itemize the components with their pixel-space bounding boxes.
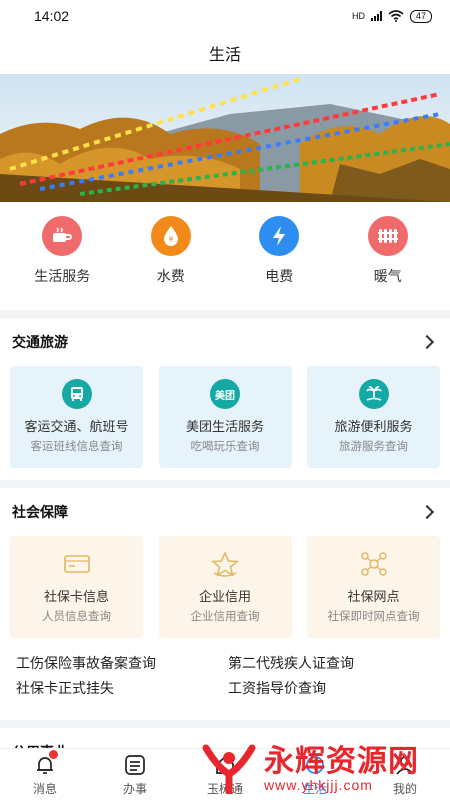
transport-cards: 客运交通、航班号 客运班线信息查询 美团 美团生活服务 吃喝玩乐查询 旅游便利服… [0,366,450,468]
battery-indicator: 47 [409,9,432,23]
card-title: 旅游便利服务 [334,419,413,434]
tab-label: 生活 [302,781,327,796]
card-tourism[interactable]: 旅游便利服务 旅游服务查询 [307,366,440,468]
list-icon [125,754,145,775]
tab-services[interactable]: 办事 [100,753,170,797]
card-subtitle: 旅游服务查询 [339,441,408,453]
link-injury-insurance[interactable]: 工伤保险事故备案查询 [16,654,228,673]
card-icon [62,549,92,579]
card-title: 企业信用 [198,589,251,604]
card-passenger-transport[interactable]: 客运交通、航班号 客运班线信息查询 [10,366,143,468]
card-title: 客运交通、航班号 [24,419,129,434]
card-social-security-card[interactable]: 社保卡信息 人员信息查询 [10,536,143,638]
lightning-icon [259,216,300,256]
tab-life[interactable]: 生活 [280,753,350,797]
card-title: 社保卡信息 [43,589,109,604]
bus-icon [61,379,92,409]
link-card-loss-report[interactable]: 社保卡正式挂失 [16,679,228,698]
cup-icon [42,216,83,256]
card-subtitle: 人员信息查询 [42,611,111,623]
card-enterprise-credit[interactable]: 企业信用 企业信用查询 [158,536,292,638]
wifi-icon [388,10,404,22]
section-title: 社会保障 [12,504,68,520]
utilities-section-title: 公用事业 [0,728,450,748]
card-title: 美团生活服务 [185,419,264,434]
bottom-tab-bar: 消息 办事 玉树通 生活 我的 [0,748,450,800]
quick-electric-fee[interactable]: 电费 [229,216,329,310]
status-icons: HD 47 [351,9,432,23]
home-icon [216,755,234,774]
tab-label: 消息 [32,781,57,796]
radiator-icon [367,216,408,256]
meituan-icon: 美团 [210,379,240,409]
card-social-outlets[interactable]: 社保网点 社保即时网点查询 [307,536,440,638]
section-title: 交通旅游 [12,334,68,350]
status-time: 14:02 [34,8,70,24]
chevron-right-icon[interactable] [419,504,435,520]
transport-section-header[interactable]: 交通旅游 [0,318,450,366]
banner-picture [0,74,450,202]
tab-mine[interactable]: 我的 [370,753,440,797]
social-quick-links: 工伤保险事故备案查询 第二代残疾人证查询 社保卡正式挂失 工资指导价查询 [0,638,450,698]
chevron-right-icon[interactable] [419,334,435,350]
banner-image[interactable] [0,74,450,202]
section-divider [0,720,450,728]
tab-messages[interactable]: 消息 [10,749,80,797]
quick-life-service[interactable]: 生活服务 [12,216,112,310]
tab-yushu[interactable]: 玉树通 [190,753,260,797]
water-drop-icon: ¥ [150,216,191,256]
user-icon [396,755,414,775]
network-type-label: HD [351,11,365,21]
link-wage-guidance[interactable]: 工资指导价查询 [228,679,440,698]
status-bar: 14:02 HD 47 [0,0,450,32]
island-icon [358,379,389,409]
quick-label: 生活服务 [34,268,91,284]
svg-text:¥: ¥ [168,235,173,244]
link-disability-card[interactable]: 第二代残疾人证查询 [228,654,440,673]
card-title: 社保网点 [347,589,400,604]
card-subtitle: 吃喝玩乐查询 [190,441,260,453]
card-subtitle: 社保即时网点查询 [327,611,420,623]
signal-icon [370,11,382,21]
tab-label: 玉树通 [206,781,243,796]
life-icon [306,755,324,774]
quick-services: 生活服务 ¥ 水费 电费 暖气 [0,202,450,310]
card-subtitle: 客运班线信息查询 [30,441,123,453]
page-title: 生活 [208,47,241,64]
quick-label: 暖气 [373,268,402,284]
section-divider [0,480,450,488]
quick-heating[interactable]: 暖气 [338,216,438,310]
quick-water-fee[interactable]: ¥ 水费 [121,216,221,310]
meituan-icon-text: 美团 [215,390,235,402]
section-divider [0,310,450,318]
card-meituan[interactable]: 美团 美团生活服务 吃喝玩乐查询 [158,366,292,468]
quick-label: 电费 [265,268,294,284]
network-icon [359,549,389,579]
notification-badge [49,749,58,759]
tab-label: 我的 [392,781,417,796]
tab-label: 办事 [122,781,147,796]
social-cards: 社保卡信息 人员信息查询 企业信用 企业信用查询 社保网点 社保即时网点查询 [0,536,450,638]
quick-label: 水费 [156,268,185,284]
social-section-header[interactable]: 社会保障 [0,488,450,536]
star-icon [210,549,240,579]
card-subtitle: 企业信用查询 [190,611,260,623]
